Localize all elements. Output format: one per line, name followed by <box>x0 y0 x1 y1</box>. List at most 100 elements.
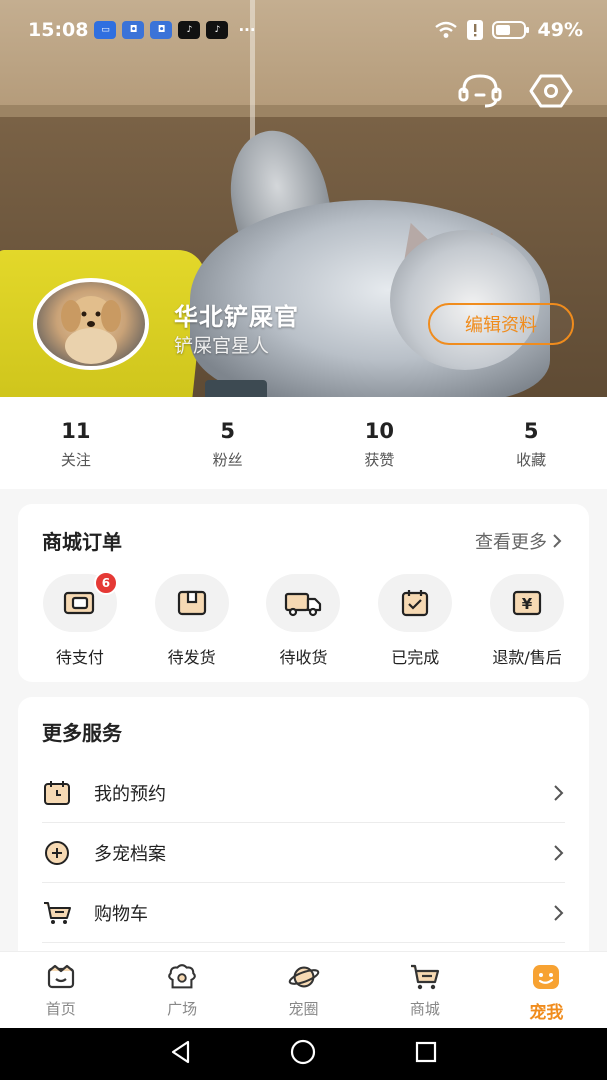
stat-label: 获赞 <box>364 451 395 469</box>
order-status-list: 6 待支付 待发货 待收货 已完成 ¥ 退款/售后 <box>18 571 589 668</box>
stat-value: 5 <box>220 419 235 443</box>
view-more-label: 查看更多 <box>475 532 547 553</box>
order-label: 待支付 <box>55 648 104 667</box>
photo-bracket <box>205 380 267 397</box>
stat-following[interactable]: 11 关注 <box>0 397 152 489</box>
tab-label: 广场 <box>167 1000 198 1018</box>
recents-square-icon <box>416 1041 437 1063</box>
svg-text:¥: ¥ <box>522 595 533 613</box>
edit-profile-button[interactable]: 编辑资料 <box>428 303 574 345</box>
settings-icon <box>529 74 573 108</box>
view-more-orders-link[interactable]: 查看更多 <box>475 528 563 554</box>
nav-home-button[interactable] <box>289 1038 317 1070</box>
chevron-right-icon <box>554 784 564 801</box>
customer-service-icon <box>458 74 502 108</box>
tab-label: 首页 <box>45 1000 76 1018</box>
cart-icon <box>42 898 72 928</box>
stat-favorites[interactable]: 5 收藏 <box>455 397 607 489</box>
order-icon-circle <box>266 574 341 632</box>
order-pending-shipment[interactable]: 待发货 <box>140 574 244 668</box>
services-card-title: 更多服务 <box>42 721 122 745</box>
order-pending-payment[interactable]: 6 待支付 <box>28 571 132 668</box>
stats-bar: 11 关注 5 粉丝 10 获赞 5 收藏 <box>0 397 607 489</box>
stat-label: 关注 <box>60 451 91 469</box>
settings-button[interactable] <box>527 70 575 112</box>
status-time: 15:08 <box>28 19 89 41</box>
home-icon <box>45 962 77 992</box>
service-label: 购物车 <box>94 903 148 925</box>
yen-icon: ¥ <box>512 590 542 616</box>
order-icon-circle <box>154 574 229 632</box>
calendar-check-icon <box>402 590 429 617</box>
me-icon <box>530 962 562 992</box>
order-label: 已完成 <box>391 648 440 667</box>
stat-label: 粉丝 <box>212 451 243 469</box>
back-triangle-icon <box>171 1040 189 1064</box>
order-refund[interactable]: ¥ 退款/售后 <box>475 574 579 668</box>
avatar-dog-image <box>61 296 121 364</box>
tiktok-icon: ♪ <box>178 21 201 39</box>
plus-circle-icon <box>42 838 72 868</box>
avatar[interactable] <box>33 278 149 370</box>
order-icon-circle <box>378 574 453 632</box>
stat-likes[interactable]: 10 获赞 <box>304 397 456 489</box>
box-icon <box>177 590 206 616</box>
nav-back-button[interactable] <box>168 1039 194 1069</box>
profile-username: 华北铲屎官 <box>174 303 299 331</box>
order-label: 退款/售后 <box>492 648 562 667</box>
order-completed[interactable]: 已完成 <box>363 574 467 668</box>
chevron-right-icon <box>554 904 564 921</box>
status-bar: 15:08 ▭ ◘ ◘ ♪ ♪ ··· 49% <box>0 0 607 60</box>
home-circle-icon <box>291 1039 316 1065</box>
tab-label: 宠我 <box>529 1003 564 1023</box>
tab-label: 商城 <box>409 1000 440 1018</box>
photo-cabinet-edge <box>0 105 607 117</box>
alert-icon <box>466 20 483 40</box>
shop-cart-icon <box>409 962 441 992</box>
battery-percent: 49% <box>537 19 583 41</box>
stat-value: 11 <box>61 419 91 443</box>
photo-cat-head <box>390 230 540 370</box>
customer-service-button[interactable] <box>456 70 504 112</box>
system-navigation-bar <box>0 1028 607 1080</box>
tab-label: 宠圈 <box>288 1000 319 1018</box>
service-label: 我的预约 <box>94 783 166 805</box>
order-count-badge: 6 <box>93 571 118 595</box>
tab-home[interactable]: 首页 <box>0 952 121 1028</box>
stat-label: 收藏 <box>516 451 547 469</box>
tab-mall[interactable]: 商城 <box>364 952 485 1028</box>
truck-icon <box>285 592 322 617</box>
services-card: 更多服务 我的预约 多宠档案 购物车 <box>18 697 589 967</box>
stat-value: 5 <box>523 419 539 443</box>
app-shield-icon: ◘ <box>122 21 145 39</box>
bottom-tab-bar: 首页 广场 宠圈 商城 宠我 <box>0 951 607 1028</box>
order-label: 待发货 <box>167 648 216 667</box>
tiktok-icon: ♪ <box>206 21 229 39</box>
planet-icon <box>288 962 320 992</box>
service-pet-profiles[interactable]: 多宠档案 <box>42 823 565 883</box>
app-shield-icon: ◘ <box>150 21 173 39</box>
chevron-right-icon <box>553 534 562 548</box>
order-icon-circle: ¥ <box>490 574 565 632</box>
service-label: 多宠档案 <box>94 843 166 865</box>
square-icon <box>166 962 198 992</box>
stat-followers[interactable]: 5 粉丝 <box>152 397 304 489</box>
service-appointments[interactable]: 我的预约 <box>42 763 565 823</box>
tab-me[interactable]: 宠我 <box>486 952 607 1028</box>
order-label: 待收货 <box>279 648 328 667</box>
wifi-icon <box>434 21 457 38</box>
honor-icon: ▭ <box>94 21 117 39</box>
tab-square[interactable]: 广场 <box>121 952 242 1028</box>
tab-pet-circle[interactable]: 宠圈 <box>243 952 364 1028</box>
stat-value: 10 <box>364 419 394 443</box>
orders-card-title: 商城订单 <box>42 530 122 554</box>
order-pending-receipt[interactable]: 待收货 <box>251 574 355 668</box>
service-shopping-cart[interactable]: 购物车 <box>42 883 565 943</box>
orders-card: 商城订单 查看更多 6 待支付 待发货 待收货 已完成 ¥ 退款/售后 <box>18 504 589 682</box>
appointment-icon <box>42 778 72 808</box>
battery-icon <box>491 21 529 39</box>
wallet-icon <box>63 591 94 615</box>
nav-recents-button[interactable] <box>413 1039 439 1069</box>
chevron-right-icon <box>554 844 564 861</box>
profile-tag: 铲屎官星人 <box>174 335 270 357</box>
